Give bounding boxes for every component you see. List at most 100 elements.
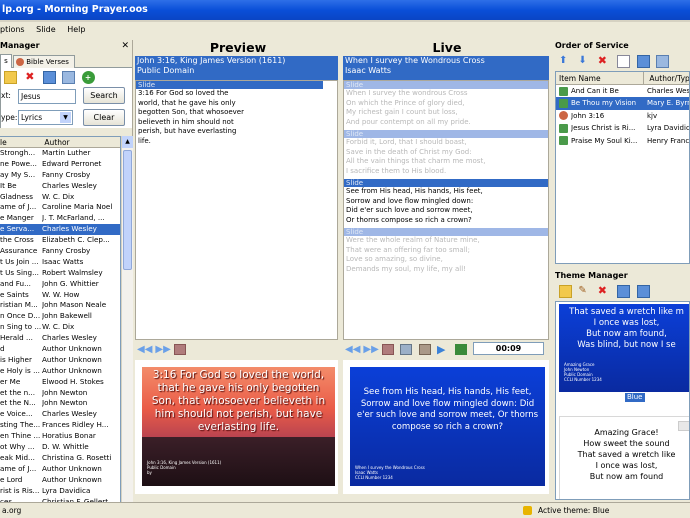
type-select[interactable]: Lyrics ▼ (18, 110, 73, 125)
service-item[interactable]: Praise My Soul Ki... Henry Francis (556, 135, 689, 147)
live-slide-list: Slide When I survey the wondrous Cross On … (343, 80, 549, 340)
song-row[interactable]: e Saints W. W. How (0, 290, 120, 301)
service-item[interactable]: And Can it Be Charles Wesl (556, 85, 689, 97)
theme-screen-icon[interactable] (400, 344, 413, 355)
live-slide-label[interactable]: Slide (344, 81, 548, 89)
preview-slide-label[interactable]: Slide (136, 81, 323, 89)
edit-icon[interactable] (42, 71, 56, 84)
menu-options[interactable]: ptions (0, 22, 25, 38)
song-row[interactable]: the Cross Elizabeth C. Clep... (0, 235, 120, 246)
song-row[interactable]: e Serva... Charles Wesley (0, 224, 120, 236)
live-slide-label[interactable]: Slide (344, 179, 548, 187)
search-input[interactable]: Jesus (18, 89, 76, 104)
tab-songs[interactable]: s (0, 54, 12, 68)
edit-theme-icon[interactable]: ✎ (578, 285, 591, 298)
song-row[interactable]: er Me Elwood H. Stokes (0, 377, 120, 388)
song-list-scrollbar[interactable]: ▲ ▼ (121, 136, 133, 518)
preview-slide-text[interactable]: 3:16 For God so loved the world, that he … (136, 89, 337, 146)
song-author: Author Unknown (42, 474, 102, 484)
theme-blue-thumbnail[interactable]: That saved a wretch like m I once was lo… (559, 304, 689, 392)
desktop-screen-icon[interactable] (418, 344, 431, 355)
live-slide-line: On which the Prince of glory died, (346, 98, 465, 107)
song-row[interactable]: d Author Unknown (0, 344, 120, 355)
song-row[interactable]: en Thine ... Horatius Bonar (0, 431, 120, 442)
blank-screen-icon[interactable] (381, 344, 394, 355)
new-theme-icon[interactable] (559, 285, 572, 298)
song-title: e Holy is ... (0, 365, 40, 375)
previous-icon[interactable]: ◀◀ (137, 344, 152, 355)
live-slide-label[interactable]: Slide (344, 228, 548, 236)
export-theme-icon[interactable] (636, 285, 650, 298)
song-row[interactable]: e Holy is ... Author Unknown (0, 366, 120, 377)
live-slide-text[interactable]: Were the whole realm of Nature mine, That… (344, 236, 548, 274)
song-row[interactable]: Gladness W. C. Dix (0, 192, 120, 203)
song-item-icon (559, 86, 568, 96)
move-down-icon[interactable]: ⬇ (578, 55, 591, 68)
col-author-type[interactable]: Author/Type (646, 74, 689, 83)
col-title[interactable]: le (0, 137, 42, 147)
service-item[interactable]: John 3:16 kjv (556, 110, 689, 122)
song-row[interactable]: ay My S... Fanny Crosby (0, 170, 120, 181)
song-row[interactable]: ne Powe... Edward Perronet (0, 159, 120, 170)
service-item[interactable]: Be Thou my Vision Mary E. Byrne (556, 97, 689, 110)
chevron-down-icon[interactable]: ▼ (60, 112, 71, 123)
loop-icon[interactable] (455, 344, 468, 355)
play-icon[interactable]: ▶ (437, 344, 449, 355)
col-item-name[interactable]: Item Name (556, 72, 644, 84)
move-up-icon[interactable]: ⬆ (559, 55, 572, 68)
preview-icon[interactable] (62, 71, 76, 84)
song-row[interactable]: n Sing to ...W. C. Dix (0, 322, 120, 333)
remove-item-icon[interactable]: ✖ (598, 55, 611, 68)
song-row[interactable]: ot Why ... D. W. Whittle (0, 442, 120, 453)
song-row[interactable]: and Fu... John G. Whittier (0, 279, 120, 290)
next-icon[interactable]: ▶▶ (155, 344, 170, 355)
new-service-icon[interactable] (617, 55, 631, 68)
song-row[interactable]: e Manger J. T. McFarland, ... (0, 213, 120, 224)
song-row[interactable]: It Be Charles Wesley (0, 181, 120, 192)
go-live-icon[interactable] (173, 344, 186, 355)
import-theme-icon[interactable] (617, 285, 631, 298)
live-slide-text[interactable]: Forbid it, Lord, that I should boast, Sav… (344, 138, 548, 176)
menu-help[interactable]: Help (67, 22, 85, 38)
song-row[interactable]: Assurance Fanny Crosby (0, 246, 120, 257)
song-row[interactable]: et the N... John Newton (0, 398, 120, 409)
save-service-icon[interactable] (636, 55, 650, 68)
song-row[interactable]: t Us Join ... Isaac Watts (0, 257, 120, 268)
song-row[interactable]: eak Mid... Christina G. Rosetti (0, 453, 120, 464)
song-row[interactable]: Strongh... Martin Luther (0, 148, 120, 159)
scroll-thumb[interactable] (123, 150, 132, 270)
live-slide-text[interactable]: When I survey the wondrous Cross On which… (344, 89, 548, 127)
theme-blue-name[interactable]: Blue (625, 393, 645, 402)
service-item[interactable]: Jesus Christ is Ri... Lyra Davidica (556, 122, 689, 134)
song-row[interactable]: rist is Ris... Lyra Davidica (0, 486, 120, 497)
song-row[interactable]: is Higher Author Unknown (0, 355, 120, 366)
tab-bible-verses[interactable]: Bible Verses (13, 55, 75, 68)
menu-slide[interactable]: Slide (36, 22, 56, 38)
col-author[interactable]: Author (44, 138, 69, 147)
song-row[interactable]: Herald ... Charles Wesley (0, 333, 120, 344)
song-row[interactable]: ristian M... John Mason Neale (0, 300, 120, 311)
delete-icon[interactable]: ✖ (23, 71, 36, 84)
song-row[interactable]: ame of J... Author Unknown (0, 464, 120, 475)
close-icon[interactable]: ✕ (121, 40, 129, 52)
live-slide-text[interactable]: See from His head, His hands, His feet, S… (344, 187, 548, 225)
live-next-icon[interactable]: ▶▶ (363, 344, 378, 355)
song-row[interactable]: ame of J... Caroline Maria Noel (0, 202, 120, 213)
preview-display-area: 3:16 For God so loved the world, that he… (135, 360, 338, 494)
song-row[interactable]: e Voice... Charles Wesley (0, 409, 120, 420)
live-previous-icon[interactable]: ◀◀ (345, 344, 360, 355)
scroll-up-icon[interactable]: ▲ (122, 136, 133, 148)
delete-theme-icon[interactable]: ✖ (598, 285, 611, 298)
theme-default-thumbnail[interactable]: Amazing Grace! How sweet the sound That … (559, 416, 689, 499)
song-row[interactable]: e Lord Author Unknown (0, 475, 120, 486)
song-row[interactable]: t Us Sing... Robert Walmsley (0, 268, 120, 279)
search-button[interactable]: Search (83, 87, 125, 104)
add-to-service-icon[interactable]: + (81, 71, 95, 84)
song-row[interactable]: sting The... Frances Ridley H... (0, 420, 120, 431)
song-row[interactable]: et the n... John Newton (0, 388, 120, 399)
live-slide-label[interactable]: Slide (344, 130, 548, 138)
clear-button[interactable]: Clear (83, 109, 125, 126)
new-song-icon[interactable] (4, 71, 17, 84)
song-row[interactable]: n Once D... John Bakewell (0, 311, 120, 322)
open-service-icon[interactable] (655, 55, 669, 68)
